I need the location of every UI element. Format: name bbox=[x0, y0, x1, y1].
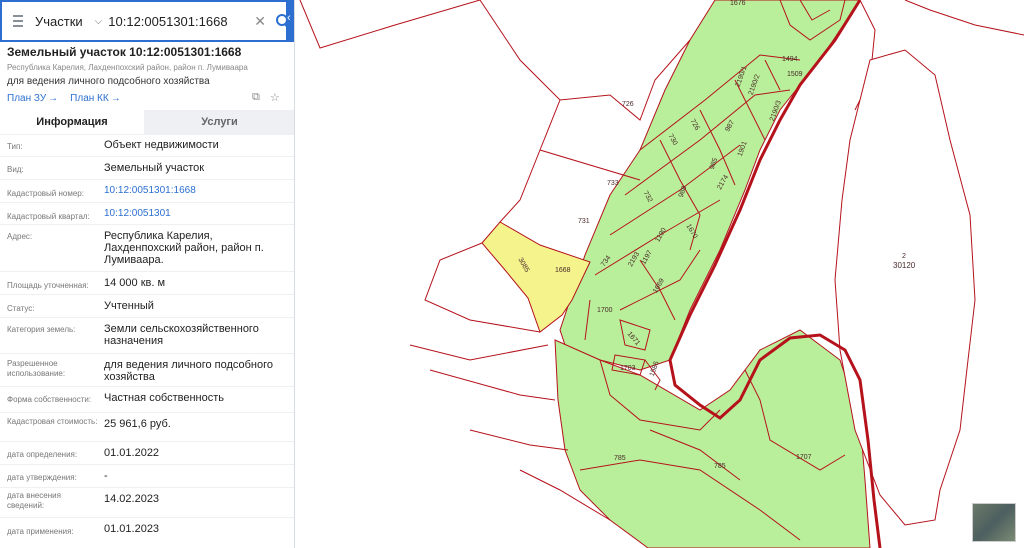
collapse-panel-button[interactable]: ‹ bbox=[287, 0, 294, 42]
info-row-value: Учтенный bbox=[104, 300, 154, 312]
info-row: Форма собственности: Частная собственност… bbox=[0, 386, 294, 412]
map-label: 30120 bbox=[893, 261, 916, 270]
info-row-label: Кадастровая стоимость: bbox=[7, 417, 98, 426]
search-bar: Участки ⌵ ✕ bbox=[0, 0, 288, 42]
info-row: дата внесения сведений: 14.02.2023 bbox=[0, 487, 294, 517]
info-row: дата утверждения: - bbox=[0, 464, 294, 487]
info-row-label: Кадастровый квартал: bbox=[7, 212, 90, 221]
info-row-label: дата внесения сведений: bbox=[7, 491, 61, 510]
info-row-value: Частная собственность bbox=[104, 392, 225, 404]
info-row: Статус: Учтенный bbox=[0, 294, 294, 317]
star-icon[interactable]: ☆ bbox=[270, 91, 280, 104]
menu-icon[interactable] bbox=[13, 15, 23, 27]
info-row-value: Республика Карелия, Лахденпохский район,… bbox=[104, 230, 264, 266]
search-input[interactable] bbox=[108, 13, 249, 29]
info-row-label: Разрешенное использование: bbox=[7, 359, 66, 378]
info-row-value: 14 000 кв. м bbox=[104, 277, 166, 289]
info-row-label: Форма собственности: bbox=[7, 395, 92, 404]
info-row-value: Земельный участок bbox=[104, 162, 205, 174]
info-panel: Участки ⌵ ✕ ‹ Земельный участок 10:12:00… bbox=[0, 0, 295, 548]
crop-icon[interactable]: ⧉ bbox=[252, 91, 260, 104]
map-label: 1668 bbox=[555, 267, 571, 274]
info-row-label: Тип: bbox=[7, 142, 23, 151]
info-row-label: дата применения: bbox=[7, 527, 74, 536]
info-row: Кадастровый квартал: 10:12:0051301 bbox=[0, 202, 294, 224]
info-row-label: Адрес: bbox=[7, 232, 33, 241]
info-row: дата применения: 01.01.2023 bbox=[0, 517, 294, 542]
map-label: 1700 bbox=[597, 307, 613, 314]
info-row: дата определения: 01.01.2022 bbox=[0, 441, 294, 464]
info-row-label: Площадь уточненная: bbox=[7, 281, 89, 290]
info-row-label: дата определения: bbox=[7, 450, 78, 459]
info-row: Кадастровый номер: 10:12:0051301:1668 bbox=[0, 179, 294, 202]
plan-links: План ЗУ → План КК → bbox=[7, 93, 121, 104]
info-row-value: для ведения личного подсобного хозяйства bbox=[104, 359, 274, 383]
map-label: 731 bbox=[578, 218, 590, 225]
minimap-thumbnail[interactable] bbox=[972, 503, 1016, 542]
info-row-value[interactable]: 10:12:0051301 bbox=[104, 208, 289, 220]
info-row: Площадь уточненная: 14 000 кв. м bbox=[0, 271, 294, 294]
info-row-label: Кадастровый номер: bbox=[7, 189, 84, 198]
plan-zu-label: План ЗУ bbox=[7, 93, 47, 104]
info-row: Адрес: Республика Карелия, Лахденпохский … bbox=[0, 224, 294, 271]
map-label: 1494 bbox=[782, 56, 798, 63]
collapse-icon: ‹ bbox=[287, 12, 291, 24]
info-row-value: 14.02.2023 bbox=[104, 493, 160, 505]
map-label: 1707 bbox=[796, 454, 812, 461]
info-row-value: 01.01.2023 bbox=[104, 523, 160, 535]
info-row: Вид: Земельный участок bbox=[0, 156, 294, 179]
tab-info[interactable]: Информация bbox=[0, 110, 144, 134]
map-label: 726 bbox=[622, 101, 634, 108]
tab-services[interactable]: Услуги bbox=[144, 110, 294, 134]
info-row-value: - bbox=[104, 470, 108, 482]
search-icon[interactable] bbox=[276, 14, 288, 28]
info-row-value[interactable]: 10:12:0051301:1668 bbox=[104, 185, 289, 197]
info-row-value: Объект недвижимости bbox=[104, 139, 219, 151]
info-row: Разрешенное использование: для ведения ли… bbox=[0, 353, 294, 386]
info-row-label: Вид: bbox=[7, 165, 24, 174]
map-label: 1676 bbox=[730, 0, 746, 7]
map-label: 1509 bbox=[787, 71, 803, 78]
tab-bar: Информация Услуги bbox=[0, 110, 294, 134]
green-zone-upper bbox=[559, 0, 861, 371]
app-root: 1676 726 733 731 734 1668 3085 1700 1669… bbox=[0, 0, 1024, 548]
info-row-label: Категория земель: bbox=[7, 325, 76, 334]
info-row: Категория земель: Земли сельскохозяйствен… bbox=[0, 317, 294, 353]
object-title: Земельный участок 10:12:0051301:1668 bbox=[7, 45, 242, 59]
map-label: 785 bbox=[714, 463, 726, 470]
info-row-label: дата утверждения: bbox=[7, 473, 77, 482]
map-label: 785 bbox=[614, 455, 626, 462]
object-purpose: для ведения личного подсобного хозяйства bbox=[7, 76, 210, 87]
plan-kk-link[interactable]: План КК → bbox=[70, 93, 121, 104]
plan-zu-link[interactable]: План ЗУ → bbox=[7, 93, 58, 104]
object-address: Республика Карелия, Лахденпохский район,… bbox=[7, 63, 248, 72]
info-row-value: 25 961,6 руб. bbox=[104, 418, 171, 430]
info-row: Кадастровая стоимость: 25 961,6 руб. bbox=[0, 412, 294, 441]
clear-icon[interactable]: ✕ bbox=[254, 13, 266, 30]
plan-kk-label: План КК bbox=[70, 93, 109, 104]
map-label: 1703 bbox=[620, 365, 636, 372]
panel-actions: ⧉ ☆ bbox=[252, 91, 280, 104]
arrow-right-icon: → bbox=[48, 93, 59, 104]
search-type-select[interactable]: Участки bbox=[35, 14, 83, 29]
map-label: 733 bbox=[607, 180, 619, 187]
info-row-value: Земли сельскохозяйственного назначения bbox=[104, 323, 259, 347]
info-row-label: Статус: bbox=[7, 304, 35, 313]
info-row: Тип: Объект недвижимости bbox=[0, 134, 294, 156]
right-boundary bbox=[904, 0, 1024, 36]
map-label: 2 bbox=[902, 253, 906, 260]
info-row-value: 01.01.2022 bbox=[104, 447, 160, 459]
arrow-right-icon: → bbox=[110, 93, 121, 104]
chevron-down-icon[interactable]: ⌵ bbox=[95, 16, 103, 27]
